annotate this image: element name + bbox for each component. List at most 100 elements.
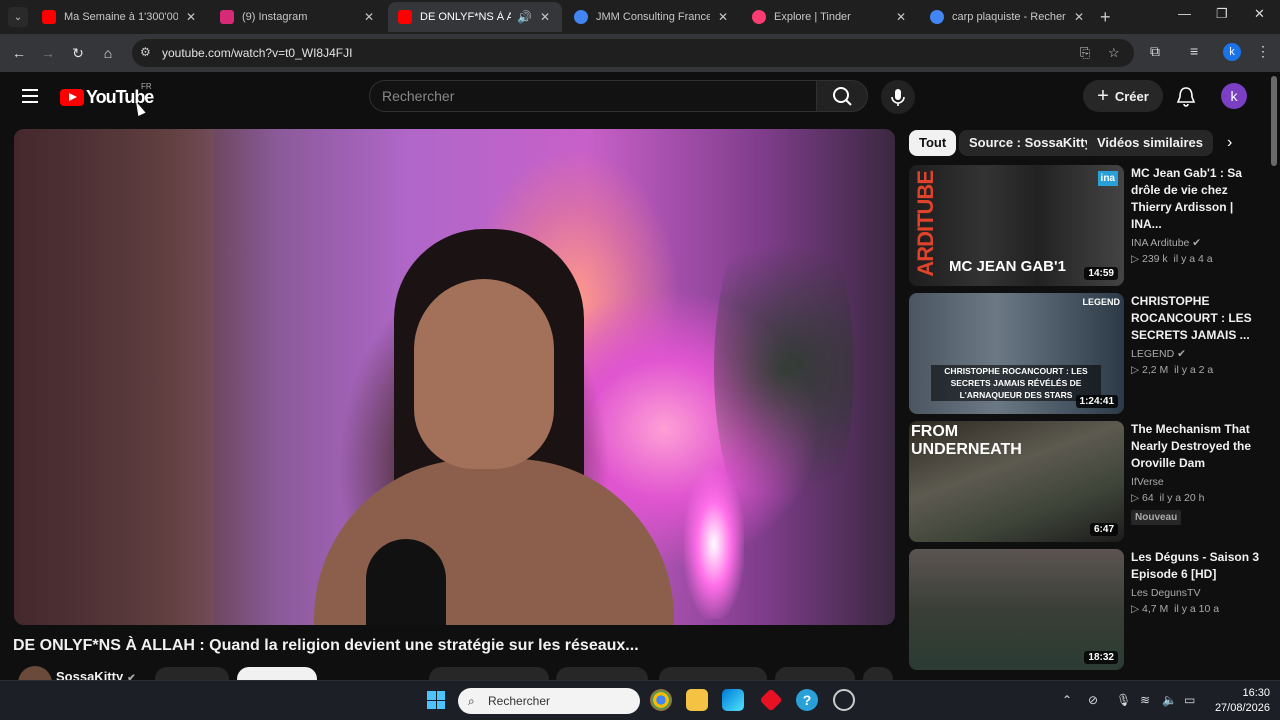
video-title[interactable]: CHRISTOPHE ROCANCOURT : LES SECRETS JAMA… — [1131, 293, 1263, 344]
chip-related[interactable]: Vidéos similaires — [1087, 130, 1213, 156]
youtube-favicon-icon — [42, 10, 56, 24]
video-thumbnail[interactable]: ARDITUBE ina MC JEAN GAB'1 14:59 — [909, 165, 1124, 286]
browser-profile-avatar[interactable]: k — [1223, 43, 1241, 61]
volume-icon[interactable]: 🔈 — [1162, 693, 1177, 707]
video-meta: ▷ 4,7 M il y a 10 a — [1131, 603, 1220, 615]
channel-name[interactable]: Les DegunsTV — [1131, 587, 1200, 599]
back-icon[interactable]: ← — [9, 43, 29, 63]
video-thumbnail[interactable]: FROM UNDERNEATH 6:47 — [909, 421, 1124, 542]
browser-tab-6[interactable]: carp plaquiste - Recherche ✕ — [920, 2, 1096, 32]
thumbnail-caption: FROM UNDERNEATH — [911, 423, 1022, 458]
google-favicon-icon — [930, 10, 944, 24]
create-button[interactable]: + Créer — [1083, 80, 1163, 112]
recommendation-item[interactable]: FROM UNDERNEATH 6:47 The Mechanism That … — [909, 421, 1269, 543]
site-info-icon[interactable]: ⚙ — [140, 45, 151, 59]
close-tab-icon[interactable]: ✕ — [362, 10, 376, 24]
search-button[interactable] — [816, 80, 868, 112]
media-control-icon[interactable]: ≡ — [1190, 43, 1198, 59]
tab-title: carp plaquiste - Recherche — [952, 11, 1066, 23]
forward-icon[interactable]: → — [38, 43, 58, 63]
windows-start-icon[interactable] — [427, 691, 445, 709]
video-frame-person-face — [414, 279, 554, 469]
home-icon[interactable]: ⌂ — [98, 43, 118, 63]
video-thumbnail[interactable]: 18:32 — [909, 549, 1124, 670]
close-tab-icon[interactable]: ✕ — [716, 10, 730, 24]
close-tab-icon[interactable]: ✕ — [894, 10, 908, 24]
chip-all[interactable]: Tout — [909, 130, 957, 156]
region-code: FR — [141, 82, 152, 91]
help-app-icon[interactable]: ? — [796, 689, 818, 711]
microphone-tray-icon[interactable]: 🎙 — [1116, 693, 1131, 707]
video-title[interactable]: Les Déguns - Saison 3 Episode 6 [HD] — [1131, 549, 1263, 583]
menu-icon[interactable] — [22, 89, 38, 103]
video-thumbnail[interactable]: LEGEND CHRISTOPHE ROCANCOURT : LES SECRE… — [909, 293, 1124, 414]
browser-tab-4[interactable]: JMM Consulting France Av ✕ — [564, 2, 740, 32]
browser-tab-2[interactable]: (9) Instagram ✕ — [210, 2, 386, 32]
notification-app-icon[interactable] — [833, 689, 855, 711]
address-bar[interactable]: ⚙ youtube.com/watch?v=t0_WI8J4FJI ⎘ ☆ — [132, 39, 1134, 67]
voice-search-button[interactable] — [881, 80, 915, 114]
video-frame-curtain — [14, 129, 214, 625]
view-count: 239 k — [1142, 253, 1168, 265]
clock-time: 16:30 — [1242, 687, 1270, 699]
video-meta: ▷ 239 k il y a 4 a — [1131, 253, 1213, 265]
google-favicon-icon — [574, 10, 588, 24]
battery-icon[interactable]: ▭ — [1184, 693, 1195, 707]
show-hidden-icons-icon[interactable]: ⌃ — [1062, 693, 1072, 707]
close-tab-icon[interactable]: ✕ — [1072, 10, 1086, 24]
create-label: Créer — [1114, 88, 1149, 104]
taskbar-search-input[interactable]: ⌕ Rechercher — [458, 688, 640, 714]
video-title[interactable]: MC Jean Gab'1 : Sa drôle de vie chez Thi… — [1131, 165, 1263, 233]
chrome-app-icon[interactable] — [650, 689, 672, 711]
close-window-icon[interactable]: ✕ — [1254, 6, 1265, 22]
reload-icon[interactable]: ↻ — [68, 43, 88, 63]
search-input[interactable]: Rechercher — [369, 80, 816, 112]
user-avatar[interactable]: k — [1221, 83, 1247, 109]
channel-name[interactable]: INA Arditube — [1131, 237, 1189, 249]
browser-menu-icon[interactable]: ⋮ — [1256, 43, 1270, 60]
notifications-bell-icon[interactable] — [1176, 86, 1196, 113]
recommendation-item[interactable]: 18:32 Les Déguns - Saison 3 Episode 6 [H… — [909, 549, 1269, 671]
restore-icon[interactable]: ❐ — [1216, 6, 1228, 22]
close-tab-icon[interactable]: ✕ — [538, 10, 552, 24]
browser-tab-1[interactable]: Ma Semaine à 1'300'000€ ✕ — [32, 2, 208, 32]
recommendation-item[interactable]: ARDITUBE ina MC JEAN GAB'1 14:59 MC Jean… — [909, 165, 1269, 287]
view-count: 4,7 M — [1142, 603, 1169, 615]
taskbar-search-placeholder: Rechercher — [488, 694, 551, 708]
bookmark-star-icon[interactable]: ☆ — [1108, 45, 1120, 61]
page-scrollbar[interactable] — [1271, 76, 1277, 166]
video-title[interactable]: The Mechanism That Nearly Destroyed the … — [1131, 421, 1263, 472]
video-meta: ▷ 2,2 M il y a 2 a — [1131, 364, 1214, 376]
tab-search-dropdown-icon[interactable]: ⌄ — [8, 7, 28, 27]
video-title: DE ONLYF*NS À ALLAH : Quand la religion … — [13, 637, 639, 654]
system-clock[interactable]: 16:30 27/08/2026 — [1206, 686, 1270, 716]
speaker-icon[interactable]: 🔊 — [517, 10, 532, 24]
upload-age: il y a 20 h — [1159, 492, 1205, 504]
tab-title: Explore | Tinder — [774, 11, 851, 23]
youtube-play-icon — [60, 89, 84, 106]
recommendation-item[interactable]: LEGEND CHRISTOPHE ROCANCOURT : LES SECRE… — [909, 293, 1269, 415]
extensions-icon[interactable]: ⧉ — [1150, 43, 1160, 60]
url-text[interactable]: youtube.com/watch?v=t0_WI8J4FJI — [162, 46, 352, 60]
channel-name[interactable]: LEGEND — [1131, 348, 1174, 360]
microphone-icon — [891, 89, 905, 106]
video-player[interactable] — [14, 129, 895, 625]
video-frame-lamp — [684, 469, 744, 619]
thumbnail-badge: LEGEND — [1082, 297, 1120, 307]
close-tab-icon[interactable]: ✕ — [184, 10, 198, 24]
new-tab-icon[interactable]: + — [1100, 7, 1111, 28]
channel-name[interactable]: IfVerse — [1131, 476, 1164, 488]
store-icon[interactable] — [722, 689, 744, 711]
browser-tab-5[interactable]: Explore | Tinder ✕ — [742, 2, 918, 32]
install-app-icon[interactable]: ⎘ — [1080, 45, 1090, 61]
red-app-icon[interactable] — [759, 688, 783, 712]
chip-source[interactable]: Source : SossaKitty — [959, 130, 1102, 156]
network-off-icon[interactable]: ⊘ — [1088, 693, 1098, 707]
browser-tab-3-active[interactable]: DE ONLYF*NS À ALLAH 🔊 ✕ — [388, 2, 562, 32]
chevron-right-icon[interactable]: › — [1227, 134, 1232, 152]
wifi-icon[interactable]: ≋ — [1140, 693, 1150, 707]
view-count: 64 — [1142, 492, 1154, 504]
file-explorer-icon[interactable] — [686, 689, 708, 711]
upload-age: il y a 2 a — [1174, 364, 1214, 376]
minimize-icon[interactable]: — — [1178, 6, 1191, 21]
